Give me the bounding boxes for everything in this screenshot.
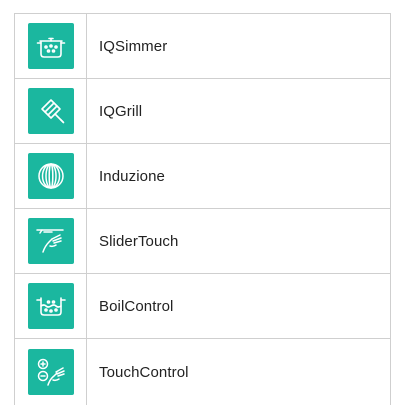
feature-label: TouchControl: [99, 363, 189, 381]
feature-label: IQGrill: [99, 102, 143, 120]
feature-row-induzione: Induzione: [15, 143, 390, 208]
feature-label: Induzione: [99, 167, 165, 185]
icon-cell: [15, 209, 87, 273]
induction-coil-icon: [27, 153, 74, 199]
icon-cell: [15, 144, 87, 208]
icon-cell: [15, 339, 87, 405]
feature-row-slidertouch: SliderTouch: [15, 208, 390, 273]
icon-cell: [15, 274, 87, 338]
feature-table: IQSimmer IQGrill Induzione SliderTouch B…: [14, 13, 391, 405]
grill-icon: [27, 88, 74, 134]
feature-label: IQSimmer: [99, 37, 168, 55]
feature-row-iqgrill: IQGrill: [15, 78, 390, 143]
icon-cell: [15, 79, 87, 143]
feature-label: SliderTouch: [99, 232, 179, 250]
feature-label: BoilControl: [99, 297, 174, 315]
icon-cell: [15, 14, 87, 78]
touch-control-icon: [27, 349, 74, 395]
feature-row-touchcontrol: TouchControl: [15, 338, 390, 405]
pot-icon: [27, 23, 74, 69]
feature-row-iqsimmer: IQSimmer: [15, 13, 390, 78]
slider-touch-icon: [27, 218, 74, 264]
feature-row-boilcontrol: BoilControl: [15, 273, 390, 338]
boil-control-icon: [27, 283, 74, 329]
